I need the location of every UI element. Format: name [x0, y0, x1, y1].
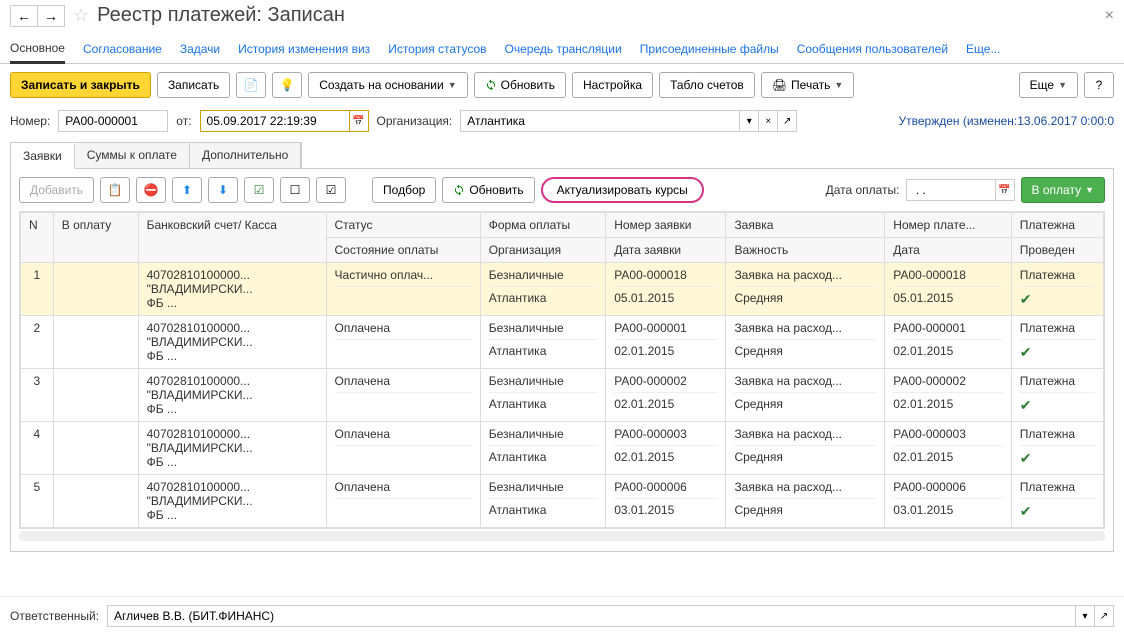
dropdown-icon[interactable]: ▾ — [1075, 605, 1095, 627]
idea-icon[interactable]: 💡 — [272, 72, 302, 98]
add-button[interactable]: Добавить — [19, 177, 94, 203]
table-row[interactable]: 3 40702810100000..."ВЛАДИМИРСКИ...ФБ ...… — [21, 369, 1104, 422]
main-tab[interactable]: Присоединенные файлы — [640, 36, 779, 62]
toolbar: Записать и закрыть Записать 📄 💡 Создать … — [0, 64, 1124, 106]
delete-icon[interactable]: ⛔ — [136, 177, 166, 203]
page-title: Реестр платежей: Записан — [97, 4, 345, 27]
create-based-button[interactable]: Создать на основании ▼ — [308, 72, 467, 98]
pay-button[interactable]: В оплату ▼ — [1021, 177, 1105, 203]
favorite-icon[interactable]: ☆ — [73, 5, 89, 26]
back-button[interactable]: ← — [10, 5, 38, 27]
refresh-button[interactable]: Обновить — [474, 72, 566, 98]
footer: Ответственный: ▾ ↗ — [0, 596, 1124, 635]
accounts-button[interactable]: Табло счетов — [659, 72, 755, 98]
responsible-label: Ответственный: — [10, 609, 99, 623]
more-button[interactable]: Еще ▼ — [1019, 72, 1078, 98]
uncheck-icon[interactable]: ☐ — [280, 177, 310, 203]
close-icon[interactable]: × — [1105, 7, 1114, 25]
sub-tab[interactable]: Суммы к оплате — [75, 143, 190, 168]
clear-icon[interactable]: × — [758, 110, 778, 132]
save-close-button[interactable]: Записать и закрыть — [10, 72, 151, 98]
main-tab[interactable]: Задачи — [180, 36, 220, 62]
main-tab[interactable]: Сообщения пользователей — [797, 36, 948, 62]
table-row[interactable]: 4 40702810100000..."ВЛАДИМИРСКИ...ФБ ...… — [21, 422, 1104, 475]
date-input[interactable] — [200, 110, 350, 132]
open-icon[interactable]: ↗ — [1094, 605, 1114, 627]
table-row[interactable]: 2 40702810100000..."ВЛАДИМИРСКИ...ФБ ...… — [21, 316, 1104, 369]
from-label: от: — [176, 114, 191, 128]
checkmark-icon: ✔ — [1020, 503, 1032, 519]
report-icon[interactable]: 📄 — [236, 72, 266, 98]
pay-date-input[interactable] — [906, 179, 996, 201]
org-label: Организация: — [377, 114, 453, 128]
dropdown-icon[interactable]: ▾ — [739, 110, 759, 132]
main-tab[interactable]: История статусов — [388, 36, 486, 62]
horizontal-scrollbar[interactable] — [19, 531, 1105, 541]
main-tab[interactable]: История изменения виз — [238, 36, 370, 62]
panel-refresh-button[interactable]: Обновить — [442, 177, 534, 203]
org-input[interactable] — [460, 110, 740, 132]
calendar-icon[interactable]: 📅 — [995, 179, 1015, 201]
forward-button[interactable]: → — [37, 5, 65, 27]
checkmark-icon: ✔ — [1020, 344, 1032, 360]
move-up-icon[interactable]: ⬆ — [172, 177, 202, 203]
save-button[interactable]: Записать — [157, 72, 230, 98]
help-button[interactable]: ? — [1084, 72, 1114, 98]
move-down-icon[interactable]: ⬇ — [208, 177, 238, 203]
table-row[interactable]: 1 40702810100000..."ВЛАДИМИРСКИ...ФБ ...… — [21, 263, 1104, 316]
checkmark-icon: ✔ — [1020, 291, 1032, 307]
sub-tab[interactable]: Дополнительно — [190, 143, 301, 168]
setup-button[interactable]: Настройка — [572, 72, 653, 98]
open-icon[interactable]: ↗ — [777, 110, 797, 132]
pay-date-label: Дата оплаты: — [826, 183, 900, 197]
sub-tab[interactable]: Заявки — [11, 144, 75, 169]
copy-icon[interactable]: 📋 — [100, 177, 130, 203]
print-button[interactable]: 🖨 Печать ▼ — [761, 72, 854, 98]
checkmark-icon: ✔ — [1020, 397, 1032, 413]
calendar-icon[interactable]: 📅 — [349, 110, 369, 132]
main-tab[interactable]: Еще... — [966, 36, 1000, 62]
checkmark-icon: ✔ — [1020, 450, 1032, 466]
sub-tabs: ЗаявкиСуммы к оплатеДополнительно — [10, 142, 302, 168]
approval-status: Утвержден (изменен:13.06.2017 0:00:0 — [898, 114, 1114, 128]
main-tabs: Основное Согласование Задачи История измене… — [0, 35, 1124, 64]
main-tab[interactable]: Очередь трансляции — [505, 36, 622, 62]
responsible-input[interactable] — [107, 605, 1076, 627]
number-label: Номер: — [10, 114, 50, 128]
requests-panel: Добавить 📋 ⛔ ⬆ ⬇ ☑ ☐ ☑ Подбор Обновить А… — [10, 168, 1114, 552]
select-button[interactable]: Подбор — [372, 177, 436, 203]
requests-table: NВ оплатуБанковский счет/ Касса СтатусФо… — [19, 211, 1105, 529]
table-row[interactable]: 5 40702810100000..."ВЛАДИМИРСКИ...ФБ ...… — [21, 475, 1104, 528]
form-header: Номер: от: 📅 Организация: ▾ × ↗ Утвержде… — [0, 106, 1124, 136]
number-input[interactable] — [58, 110, 168, 132]
update-rates-button[interactable]: Актуализировать курсы — [541, 177, 704, 203]
main-tab[interactable]: Согласование — [83, 36, 162, 62]
check-all-icon[interactable]: ☑ — [244, 177, 274, 203]
main-tab[interactable]: Основное — [10, 35, 65, 64]
toggle-icon[interactable]: ☑ — [316, 177, 346, 203]
